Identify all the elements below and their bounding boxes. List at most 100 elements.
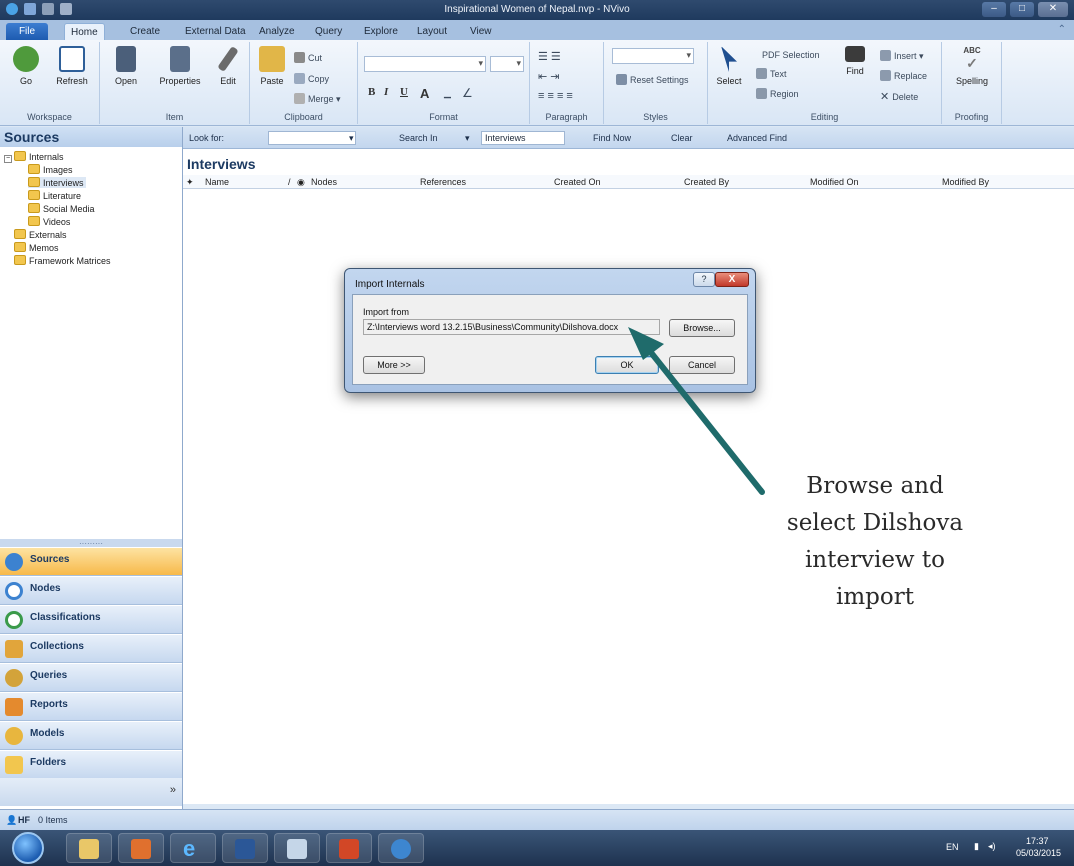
browse-button[interactable]: Browse... <box>669 319 735 337</box>
reset-settings-button[interactable]: Reset Settings <box>616 74 689 85</box>
cancel-button[interactable]: Cancel <box>669 356 735 374</box>
taskbar-word[interactable] <box>222 833 268 863</box>
tab-external-data[interactable]: External Data <box>179 23 252 40</box>
nav-models[interactable]: Models <box>0 721 182 750</box>
text-button[interactable]: Text <box>756 68 787 79</box>
find-button[interactable]: Find <box>838 46 872 76</box>
select-button[interactable]: Select <box>712 46 746 86</box>
font-size-select[interactable] <box>490 56 524 72</box>
delete-button[interactable]: ✕ Delete <box>880 90 918 103</box>
tree-item-images[interactable]: Images <box>28 164 73 175</box>
copy-button[interactable]: Copy <box>294 73 329 84</box>
underline-button[interactable]: U <box>400 86 408 98</box>
refresh-button[interactable]: Refresh <box>52 46 92 86</box>
nav-classifications[interactable]: Classifications <box>0 605 182 634</box>
taskbar-media-player[interactable] <box>118 833 164 863</box>
column-modified-on[interactable]: Modified On <box>810 177 859 187</box>
column-created-by[interactable]: Created By <box>684 177 729 187</box>
go-button[interactable]: Go <box>6 46 46 86</box>
column-name[interactable]: Name <box>205 177 229 187</box>
font-family-select[interactable] <box>364 56 486 72</box>
dialog-help-button[interactable]: ? <box>693 272 715 287</box>
style-select[interactable] <box>612 48 694 64</box>
eraser-icon[interactable]: ∠ <box>462 86 473 100</box>
look-for-dropdown-icon[interactable]: ▾ <box>349 133 354 144</box>
bold-button[interactable]: B <box>368 86 375 98</box>
spelling-button[interactable]: ABC ✓ Spelling <box>952 46 992 86</box>
properties-button[interactable]: Properties <box>155 46 205 86</box>
dialog-close-button[interactable]: X <box>715 272 749 287</box>
ok-button[interactable]: OK <box>595 356 659 374</box>
search-in-field[interactable]: Interviews <box>481 131 565 145</box>
ribbon-collapse-icon[interactable]: ⌃ <box>1058 24 1066 35</box>
tree-item-internals[interactable]: − Internals <box>4 151 64 163</box>
tree-item-framework-matrices[interactable]: Framework Matrices <box>14 255 111 266</box>
nav-nodes[interactable]: Nodes <box>0 576 182 605</box>
open-button[interactable]: Open <box>106 46 146 86</box>
taskbar-explorer[interactable] <box>66 833 112 863</box>
pdf-selection-button[interactable]: PDF Selection <box>762 50 820 60</box>
tab-explore[interactable]: Explore <box>358 23 404 40</box>
nav-reports[interactable]: Reports <box>0 692 182 721</box>
nav-folders[interactable]: Folders <box>0 750 182 779</box>
advanced-find-button[interactable]: Advanced Find <box>727 133 787 143</box>
nav-sources[interactable]: Sources <box>0 547 182 576</box>
indent-icon[interactable]: ⇤ ⇥ <box>538 70 560 83</box>
tree-item-social-media[interactable]: Social Media <box>28 203 95 214</box>
tree-item-videos[interactable]: Videos <box>28 216 70 227</box>
find-now-button[interactable]: Find Now <box>593 133 631 143</box>
tab-analyze[interactable]: Analyze <box>253 23 301 40</box>
italic-button[interactable]: I <box>384 86 388 98</box>
region-button[interactable]: Region <box>756 88 799 99</box>
bullets-icon[interactable]: ☰ ☰ <box>538 50 561 63</box>
look-for-input[interactable] <box>268 131 356 145</box>
network-icon[interactable]: ▮ <box>974 841 979 852</box>
font-color-button[interactable]: A <box>420 86 429 101</box>
tab-view[interactable]: View <box>464 23 498 40</box>
panel-splitter[interactable]: ········· <box>0 539 182 548</box>
nav-expand-bar[interactable]: » <box>0 778 182 806</box>
tab-query[interactable]: Query <box>309 23 348 40</box>
minimize-button[interactable]: – <box>982 2 1006 17</box>
start-button[interactable] <box>12 832 44 864</box>
tab-file[interactable]: File <box>6 23 48 40</box>
edit-button[interactable]: Edit <box>208 46 248 86</box>
column-references[interactable]: References <box>420 177 466 187</box>
taskbar-paint[interactable] <box>274 833 320 863</box>
tree-item-interviews[interactable]: Interviews <box>28 177 86 188</box>
nav-queries[interactable]: Queries <box>0 663 182 692</box>
tab-create[interactable]: Create <box>124 23 166 40</box>
search-in-dropdown-icon[interactable]: ▾ <box>465 133 470 144</box>
more-button[interactable]: More >> <box>363 356 425 374</box>
taskbar-nvivo[interactable] <box>378 833 424 863</box>
clock-date[interactable]: 05/03/2015 <box>1016 848 1061 858</box>
clock-time[interactable]: 17:37 <box>1026 836 1049 846</box>
taskbar-powerpoint[interactable] <box>326 833 372 863</box>
column-nodes[interactable]: Nodes <box>311 177 337 187</box>
close-window-button[interactable]: ✕ <box>1038 2 1068 17</box>
collapse-icon[interactable]: − <box>4 155 12 163</box>
cut-button[interactable]: Cut <box>294 52 322 63</box>
tree-item-externals[interactable]: Externals <box>14 229 67 240</box>
merge-button[interactable]: Merge ▾ <box>294 93 341 105</box>
tree-item-literature[interactable]: Literature <box>28 190 81 201</box>
column-modified-by[interactable]: Modified By <box>942 177 989 187</box>
align-icon[interactable]: ≡ ≡ ≡ ≡ <box>538 90 573 102</box>
language-indicator[interactable]: EN <box>946 842 959 852</box>
column-created-on[interactable]: Created On <box>554 177 601 187</box>
replace-button[interactable]: Replace <box>880 70 927 81</box>
import-path-field[interactable]: Z:\Interviews word 13.2.15\Business\Comm… <box>363 319 660 335</box>
search-in-button[interactable]: Search In <box>399 133 438 143</box>
taskbar-internet-explorer[interactable]: e <box>170 833 216 863</box>
chevron-down-icon[interactable]: » <box>170 784 176 796</box>
clear-button[interactable]: Clear <box>671 133 693 143</box>
tab-layout[interactable]: Layout <box>411 23 453 40</box>
volume-icon[interactable]: ◂) <box>988 841 996 852</box>
tab-home[interactable]: Home <box>64 23 105 40</box>
tree-item-memos[interactable]: Memos <box>14 242 59 253</box>
insert-button[interactable]: Insert ▾ <box>880 50 924 62</box>
maximize-button[interactable]: □ <box>1010 2 1034 17</box>
paste-button[interactable]: Paste <box>254 46 290 86</box>
highlight-icon[interactable]: ▁ <box>444 88 451 99</box>
nav-collections[interactable]: Collections <box>0 634 182 663</box>
